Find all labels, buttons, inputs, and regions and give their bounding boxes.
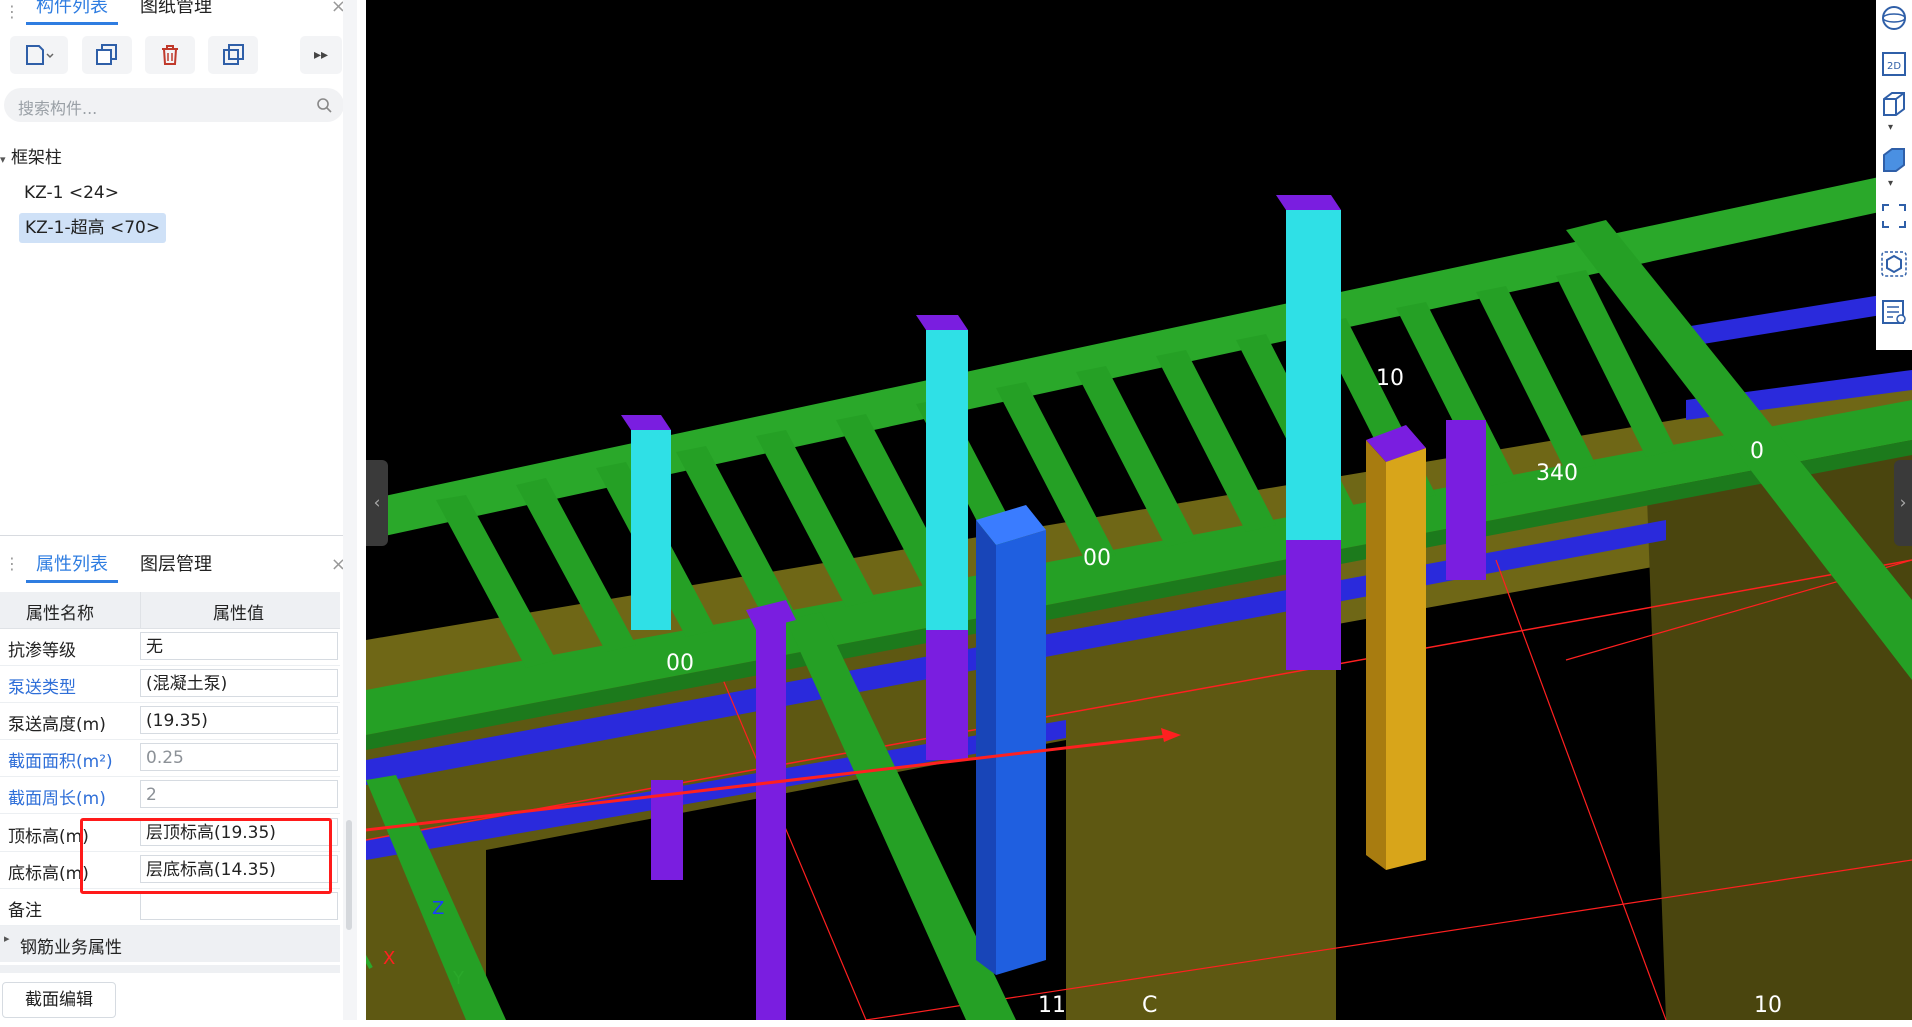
column-header-value: 属性值 <box>213 604 264 624</box>
property-row: 泵送高度(m) (19.35) <box>0 702 340 740</box>
property-table-header: 属性名称 属性值 <box>0 592 340 629</box>
iso-view-icon[interactable] <box>1880 250 1908 278</box>
drag-handle-icon[interactable]: ⋮ <box>4 2 20 21</box>
property-tabbar: ⋮ 属性列表 图层管理 × <box>0 548 360 584</box>
column-divider <box>140 592 141 628</box>
sphere-icon[interactable] <box>1880 4 1908 32</box>
tab-layer-management[interactable]: 图层管理 <box>130 550 222 580</box>
tree-item-kz1[interactable]: KZ-1 <24> <box>24 178 119 208</box>
2d-icon[interactable]: 2D <box>1880 50 1908 78</box>
delete-button[interactable] <box>145 36 195 74</box>
list-settings-icon[interactable] <box>1880 298 1908 326</box>
property-value-input[interactable]: (混凝土泵) <box>140 669 338 697</box>
property-value-readonly: 2 <box>140 780 338 808</box>
property-row: 截面面积(m²) 0.25 <box>0 739 340 777</box>
wall <box>1646 430 1912 1020</box>
cube-solid-icon[interactable] <box>1880 146 1908 174</box>
section-label: 钢筋业务属性 <box>20 938 122 958</box>
property-value-readonly: 0.25 <box>140 743 338 771</box>
tree-group-frame-column[interactable]: ▾ 框架柱 <box>0 143 62 173</box>
property-name: 备注 <box>8 901 42 921</box>
tree-group-label: 框架柱 <box>10 148 62 168</box>
collapse-left-handle[interactable]: ‹ <box>366 460 388 546</box>
column-blue <box>976 505 1046 975</box>
property-row: 泵送类型 (混凝土泵) <box>0 665 340 703</box>
section-rebar-properties[interactable]: ▸ 钢筋业务属性 <box>0 926 340 962</box>
property-name: 截面面积(m²) <box>8 752 113 772</box>
property-name: 抗渗等级 <box>8 641 76 661</box>
caret-down-icon: ▾ <box>0 153 6 166</box>
search-icon <box>317 98 332 113</box>
axis-y-label: Y <box>453 968 464 989</box>
property-row: 截面周长(m) 2 <box>0 776 340 814</box>
column-gold <box>1366 425 1426 870</box>
copy-icon <box>96 44 117 65</box>
property-value-input[interactable] <box>140 892 338 920</box>
search-input[interactable]: 搜索构件... <box>4 88 344 122</box>
svg-text:2D: 2D <box>1887 61 1901 72</box>
more-button[interactable]: ▸▸ <box>300 36 342 74</box>
tab-drawing-management[interactable]: 图纸管理 <box>130 0 222 22</box>
grid-label: 340 <box>1536 461 1578 486</box>
copy-button[interactable] <box>82 36 132 74</box>
duplicate-icon <box>223 44 244 65</box>
dropdown-arrow-icon[interactable]: ▾ <box>1888 122 1893 133</box>
property-name: 泵送类型 <box>8 678 76 698</box>
new-component-button[interactable] <box>10 36 68 74</box>
property-name: 泵送高度(m) <box>8 715 106 735</box>
drag-handle-icon[interactable]: ⋮ <box>4 554 20 573</box>
grid-label: 11 <box>1038 993 1066 1018</box>
tab-component-list[interactable]: 构件列表 <box>26 0 118 25</box>
grid-label: 00 <box>1083 546 1111 571</box>
grid-label: 10 <box>1754 993 1782 1018</box>
panel-divider <box>0 535 345 536</box>
axis-z-label: Z <box>432 898 445 919</box>
component-tabbar: ⋮ 构件列表 图纸管理 × <box>0 0 360 36</box>
column-header-name: 属性名称 <box>26 604 94 624</box>
section-edit-button[interactable]: 截面编辑 <box>2 982 116 1018</box>
property-name: 顶标高(m) <box>8 827 89 847</box>
axis-x-label: X <box>383 948 396 969</box>
opening <box>1446 650 1646 1020</box>
highlight-annotation-box <box>80 818 332 894</box>
status-strip <box>0 1020 1912 1027</box>
grid-label: 10 <box>1376 366 1404 391</box>
caret-right-icon: ▸ <box>4 932 10 945</box>
grid-label: 0 <box>1750 439 1764 464</box>
3d-viewport[interactable]: 10 340 00 00 0 11 C 10 ‹ › <box>366 0 1912 1020</box>
property-value-input[interactable]: 无 <box>140 632 338 660</box>
cube-outline-icon[interactable] <box>1880 90 1908 118</box>
trash-icon <box>162 45 178 65</box>
new-file-icon <box>26 45 54 65</box>
search-placeholder: 搜索构件... <box>18 99 98 118</box>
tree-item-kz1-extra-high[interactable]: KZ-1-超高 <70> <box>19 213 167 243</box>
property-row: 抗渗等级 无 <box>0 628 340 666</box>
scrollbar-thumb[interactable] <box>346 820 352 930</box>
collapse-right-handle[interactable]: › <box>1894 460 1912 546</box>
layer-copy-button[interactable] <box>208 36 258 74</box>
double-chevron-right-icon: ▸▸ <box>313 47 329 63</box>
tab-property-list[interactable]: 属性列表 <box>26 550 118 583</box>
fullscreen-icon[interactable] <box>1880 202 1908 230</box>
section-next <box>0 965 340 973</box>
structural-model: 10 340 00 00 0 11 C 10 <box>366 170 1912 1020</box>
property-name: 底标高(m) <box>8 864 89 884</box>
property-value-input[interactable]: (19.35) <box>140 706 338 734</box>
left-panel: ⋮ 构件列表 图纸管理 × ▸▸ 搜索构件... ▾ 框架柱 KZ-1 <24>… <box>0 0 365 1027</box>
grid-label: C <box>1142 993 1157 1018</box>
grid-label: 00 <box>666 651 694 676</box>
dropdown-arrow-icon[interactable]: ▾ <box>1888 178 1893 189</box>
property-name: 截面周长(m) <box>8 789 106 809</box>
view-toolbar: 2D ▾ ▾ <box>1876 0 1912 350</box>
